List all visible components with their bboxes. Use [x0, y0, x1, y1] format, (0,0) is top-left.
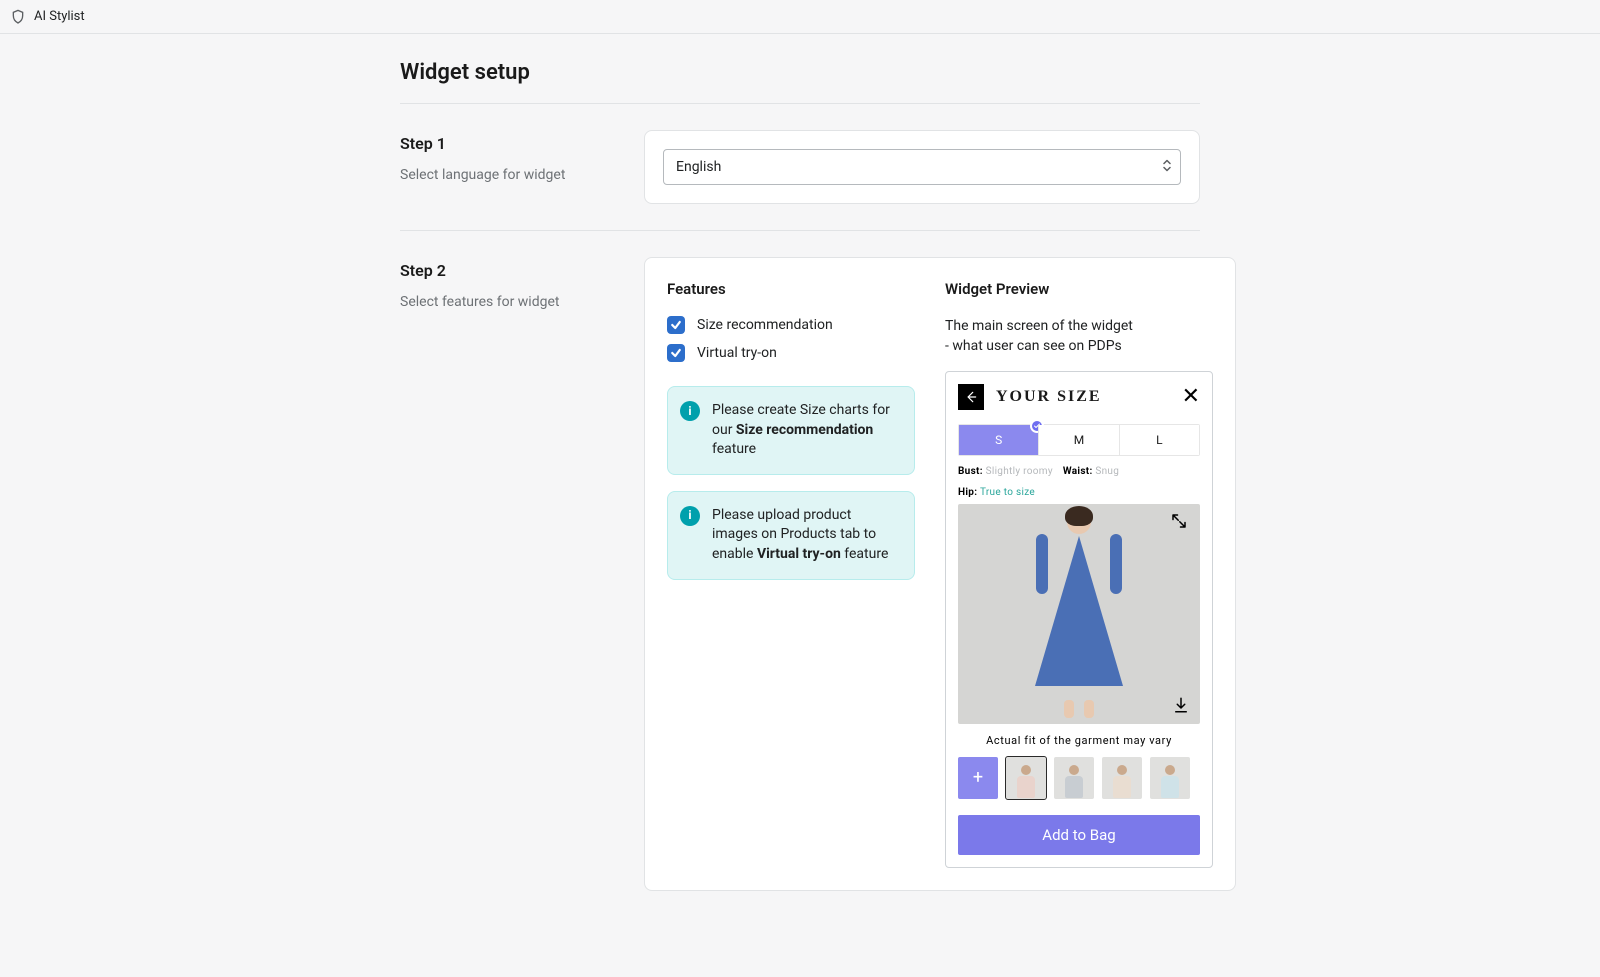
- preview-heading: Widget Preview: [945, 280, 1213, 298]
- alert-upload-images: i Please upload product images on Produc…: [667, 491, 915, 580]
- size-l[interactable]: L: [1119, 425, 1199, 455]
- app-shield-icon: [10, 9, 26, 25]
- fit-note: Actual fit of the garment may vary: [958, 734, 1200, 747]
- feature-virtual-tryon[interactable]: Virtual try-on: [667, 344, 915, 362]
- widget-title: YOUR SIZE: [996, 388, 1102, 406]
- language-select[interactable]: English: [663, 149, 1181, 185]
- model-image: [958, 504, 1200, 724]
- alert-size-charts: i Please create Size charts for our Size…: [667, 386, 915, 475]
- close-icon[interactable]: ✕: [1182, 386, 1200, 408]
- preview-desc: The main screen of the widget - what use…: [945, 316, 1213, 357]
- section-step-1: Step 1 Select language for widget Englis…: [400, 130, 1200, 231]
- add-to-bag-button[interactable]: Add to Bag: [958, 815, 1200, 855]
- info-icon: i: [680, 401, 700, 421]
- model-thumbnails: +: [958, 757, 1200, 799]
- step-2-heading: Step 2: [400, 261, 620, 280]
- thumbnail-2[interactable]: [1054, 757, 1094, 799]
- size-s[interactable]: S: [959, 425, 1038, 455]
- app-name: AI Stylist: [34, 9, 85, 24]
- size-m[interactable]: M: [1038, 425, 1118, 455]
- thumbnail-4[interactable]: [1150, 757, 1190, 799]
- page-title: Widget setup: [400, 60, 1200, 85]
- download-icon[interactable]: [1170, 694, 1192, 716]
- fit-indicators: Bust: Slightly roomy Waist: Snug Hip: Tr…: [958, 466, 1200, 498]
- checkbox-checked-icon: [667, 344, 685, 362]
- thumbnail-1[interactable]: [1006, 757, 1046, 799]
- size-selector: S M L: [958, 424, 1200, 456]
- widget-preview: YOUR SIZE ✕ S M L: [945, 371, 1213, 868]
- info-icon: i: [680, 506, 700, 526]
- feature-size-label: Size recommendation: [697, 317, 833, 333]
- step-1-desc: Select language for widget: [400, 167, 620, 183]
- features-heading: Features: [667, 280, 915, 298]
- feature-size-recommendation[interactable]: Size recommendation: [667, 316, 915, 334]
- back-button[interactable]: [958, 384, 984, 410]
- alert-size-post: feature: [712, 441, 756, 457]
- divider: [400, 103, 1200, 104]
- alert-upload-post: feature: [841, 546, 889, 562]
- section-step-2: Step 2 Select features for widget Featur…: [400, 231, 1200, 917]
- thumbnail-3[interactable]: [1102, 757, 1142, 799]
- checkbox-checked-icon: [667, 316, 685, 334]
- step-1-heading: Step 1: [400, 134, 620, 153]
- alert-upload-bold: Virtual try-on: [757, 546, 841, 562]
- topbar: AI Stylist: [0, 0, 1600, 34]
- model-figure: [1034, 510, 1124, 718]
- add-model-button[interactable]: +: [958, 757, 998, 799]
- feature-tryon-label: Virtual try-on: [697, 345, 777, 361]
- alert-size-bold: Size recommendation: [736, 422, 873, 438]
- step-2-desc: Select features for widget: [400, 294, 620, 310]
- expand-icon[interactable]: [1170, 512, 1192, 534]
